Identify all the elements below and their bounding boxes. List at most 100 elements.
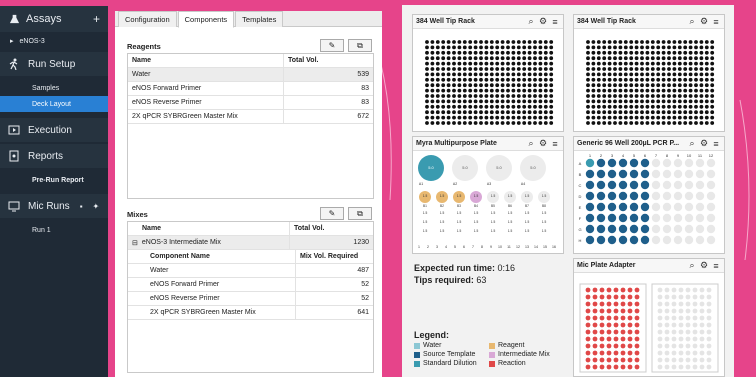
tip bbox=[479, 99, 483, 104]
row-label: D bbox=[579, 194, 582, 199]
myra-multipurpose-plate[interactable]: Myra Multipurpose Plate ⌕ ⚙ ≡ 5.0 A1 5.0 A2… bbox=[412, 136, 564, 254]
mic-well bbox=[634, 315, 640, 321]
gear-icon[interactable]: ⚙ bbox=[538, 138, 548, 149]
zoom-icon[interactable]: ⌕ bbox=[526, 16, 536, 27]
tip bbox=[479, 104, 483, 109]
well bbox=[673, 191, 683, 201]
save-icon[interactable]: ▪ bbox=[80, 202, 83, 211]
tip bbox=[527, 40, 532, 44]
table-row[interactable]: eNOS Reverse Primer 52 bbox=[128, 292, 373, 306]
gear-icon[interactable]: ⚙ bbox=[699, 16, 709, 27]
pcr-96-well-plate[interactable]: Generic 96 Well 200µL PCR P... ⌕ ⚙ ≡ 123… bbox=[573, 136, 725, 254]
copy-reagent-button[interactable]: ⧉ bbox=[348, 39, 372, 52]
tip-rack-1[interactable]: 384 Well Tip Rack ⌕ ⚙ ≡ bbox=[412, 14, 564, 132]
zoom-icon[interactable]: ⌕ bbox=[687, 16, 697, 27]
small-well-value: 1.5 bbox=[542, 194, 547, 198]
gear-icon[interactable]: ⚙ bbox=[538, 16, 548, 27]
collapse-icon[interactable]: ⊟ bbox=[132, 239, 138, 247]
tip bbox=[694, 67, 698, 71]
mic-well bbox=[585, 287, 591, 293]
tip bbox=[462, 104, 467, 109]
tip bbox=[484, 99, 489, 104]
copy-mix-button[interactable]: ⧉ bbox=[348, 207, 372, 220]
tip bbox=[506, 56, 510, 61]
sidebar-assays[interactable]: Assays + bbox=[0, 6, 108, 32]
mic-well bbox=[634, 357, 640, 363]
well bbox=[673, 169, 683, 179]
tab-templates[interactable]: Templates bbox=[235, 11, 284, 27]
col-number: 10 bbox=[498, 245, 502, 249]
table-row[interactable]: 2X qPCR SYBRGreen Master Mix 641 bbox=[128, 306, 373, 320]
mic-plate-adapter[interactable]: Mic Plate Adapter ⌕ ⚙ ≡ bbox=[573, 258, 725, 377]
edit-mix-button[interactable]: ✎ bbox=[320, 207, 344, 220]
table-row[interactable]: eNOS Forward Primer 52 bbox=[128, 278, 373, 292]
tab-configuration[interactable]: Configuration bbox=[118, 11, 177, 27]
tip bbox=[667, 61, 671, 66]
tip bbox=[688, 67, 693, 71]
tip bbox=[677, 50, 682, 55]
add-assay-icon[interactable]: + bbox=[93, 12, 100, 26]
tip bbox=[645, 50, 650, 55]
well bbox=[673, 213, 683, 223]
mic-well bbox=[592, 308, 598, 314]
tip bbox=[634, 67, 639, 71]
table-row[interactable]: 2X qPCR SYBRGreen Master Mix 672 bbox=[128, 110, 373, 124]
sidebar-item-deck-layout[interactable]: Deck Layout bbox=[0, 96, 108, 112]
tip bbox=[500, 88, 505, 93]
sidebar-run-setup[interactable]: Run Setup bbox=[0, 52, 108, 76]
sidebar-item-run-1[interactable]: Run 1 bbox=[0, 222, 108, 238]
table-row[interactable]: eNOS Forward Primer 83 bbox=[128, 82, 373, 96]
zoom-icon[interactable]: ⌕ bbox=[687, 260, 697, 271]
big-well-value: 5.0 bbox=[496, 165, 502, 170]
gear-icon[interactable]: ⚙ bbox=[699, 138, 709, 149]
tip bbox=[484, 45, 489, 50]
sidebar-mic-runs[interactable]: Mic Runs ▪ ✦ bbox=[0, 194, 108, 218]
tip bbox=[683, 67, 688, 71]
tip bbox=[613, 83, 617, 88]
legend-item-intermediate-mix: Intermediate Mix bbox=[489, 351, 569, 358]
mic-well bbox=[664, 301, 670, 307]
tip bbox=[430, 94, 435, 98]
tip bbox=[650, 67, 655, 71]
mix-row[interactable]: ⊟ eNOS-3 Intermediate Mix 1230 bbox=[128, 236, 373, 250]
tiny-well-value: 1.5 bbox=[508, 211, 513, 215]
well bbox=[695, 191, 705, 201]
sidebar-item-samples[interactable]: Samples bbox=[0, 80, 108, 96]
tip bbox=[640, 77, 644, 82]
tip bbox=[650, 88, 655, 93]
table-row[interactable]: Water 539 bbox=[128, 68, 373, 82]
tip bbox=[457, 50, 462, 55]
mic-well bbox=[634, 287, 640, 293]
tab-components[interactable]: Components bbox=[177, 11, 235, 28]
tip bbox=[500, 72, 505, 77]
table-row[interactable]: eNOS Reverse Primer 83 bbox=[128, 96, 373, 110]
sidebar-execution[interactable]: Execution bbox=[0, 118, 108, 142]
col-number: 5 bbox=[454, 245, 456, 249]
zoom-icon[interactable]: ⌕ bbox=[526, 138, 536, 149]
tip-rack-2[interactable]: 384 Well Tip Rack ⌕ ⚙ ≡ bbox=[573, 14, 725, 132]
menu-icon[interactable]: ≡ bbox=[550, 16, 560, 27]
mic-well bbox=[634, 336, 640, 342]
sidebar-item-pre-run-report[interactable]: Pre-Run Report bbox=[0, 172, 108, 188]
tip bbox=[596, 72, 601, 77]
legend-item-source-template: Source Template bbox=[414, 351, 489, 358]
tip bbox=[677, 56, 682, 61]
tip bbox=[500, 110, 505, 115]
tip bbox=[441, 45, 446, 50]
menu-icon[interactable]: ≡ bbox=[711, 260, 721, 271]
tip bbox=[484, 56, 489, 61]
menu-icon[interactable]: ≡ bbox=[711, 138, 721, 149]
tip bbox=[479, 115, 483, 120]
zoom-icon[interactable]: ⌕ bbox=[687, 138, 697, 149]
sidebar-item-enos3[interactable]: ▸ eNOS-3 bbox=[0, 32, 108, 50]
table-row[interactable]: Water 487 bbox=[128, 264, 373, 278]
gear-icon[interactable]: ⚙ bbox=[699, 260, 709, 271]
tip bbox=[645, 83, 650, 88]
sidebar-reports[interactable]: Reports bbox=[0, 144, 108, 168]
runner-small-icon[interactable]: ✦ bbox=[93, 202, 100, 211]
menu-icon[interactable]: ≡ bbox=[711, 16, 721, 27]
tip bbox=[435, 99, 440, 104]
tip bbox=[596, 115, 601, 120]
edit-reagent-button[interactable]: ✎ bbox=[320, 39, 344, 52]
menu-icon[interactable]: ≡ bbox=[550, 138, 560, 149]
